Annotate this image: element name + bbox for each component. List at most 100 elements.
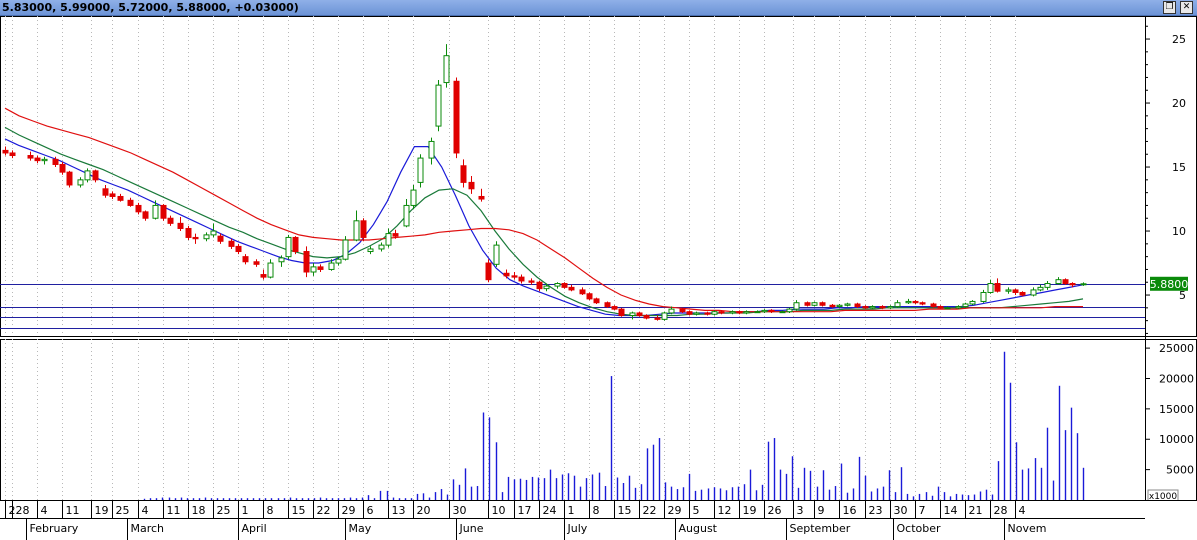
month-label: May xyxy=(349,522,372,535)
chart-title-bar: 5.83000, 5.99000, 5.72000, 5.88000, +0.0… xyxy=(0,0,1197,16)
candle-body xyxy=(485,262,492,281)
day-label: 15 xyxy=(618,504,632,517)
candle-body xyxy=(410,189,417,206)
candle-body xyxy=(661,312,668,320)
candle-body xyxy=(836,304,843,308)
candle-body xyxy=(1012,289,1019,293)
candle-body xyxy=(435,84,442,127)
candle-body xyxy=(862,306,869,309)
candle-body xyxy=(177,222,184,229)
candle-body xyxy=(135,204,142,213)
candle-body xyxy=(1037,286,1044,291)
day-label: 26 xyxy=(768,504,782,517)
candle-body xyxy=(203,234,210,240)
candle-body xyxy=(478,195,485,200)
candle-body xyxy=(711,311,718,315)
candle-body xyxy=(654,317,661,320)
day-label: 24 xyxy=(543,504,557,517)
candle-body xyxy=(167,217,174,224)
day-label: 7 xyxy=(919,504,926,517)
candle-body xyxy=(292,236,299,253)
candle-body xyxy=(335,258,342,264)
candle-body xyxy=(554,283,561,287)
candle-body xyxy=(919,302,926,305)
restore-icon[interactable]: ❐ xyxy=(1163,1,1176,14)
candle-body xyxy=(127,199,134,206)
candle-body xyxy=(869,306,876,309)
candle-body xyxy=(804,302,811,306)
volume-y-tick-label: 5000 xyxy=(1166,464,1194,477)
volume-y-tick-label: 25000 xyxy=(1159,342,1194,355)
candle-body xyxy=(618,308,625,317)
candle-body xyxy=(160,204,167,219)
candle-body xyxy=(92,170,99,181)
candle-body xyxy=(962,303,969,308)
candle-body xyxy=(536,281,543,290)
candle-body xyxy=(743,311,750,314)
day-label: 8 xyxy=(593,504,600,517)
day-label: 29 xyxy=(668,504,682,517)
candle-body xyxy=(969,300,976,305)
candle xyxy=(493,241,500,267)
candle-body xyxy=(235,245,242,253)
day-label: 20 xyxy=(417,504,431,517)
day-label: 9 xyxy=(818,504,825,517)
candle xyxy=(342,236,349,261)
candle-body xyxy=(66,171,73,186)
candle-body xyxy=(27,155,34,159)
month-label: February xyxy=(30,522,79,535)
candle xyxy=(604,301,611,308)
month-label: March xyxy=(131,522,165,535)
last-price-label: 5.8800 xyxy=(1150,278,1189,291)
candle-body xyxy=(102,188,109,196)
candle xyxy=(561,282,568,289)
candle-body xyxy=(718,311,725,314)
candle-body xyxy=(278,257,285,263)
day-label: 29 xyxy=(342,504,356,517)
day-label: 19 xyxy=(95,504,109,517)
day-label: 30 xyxy=(453,504,467,517)
candle-body xyxy=(779,311,786,314)
day-label: 4 xyxy=(41,504,48,517)
day-label: 10 xyxy=(492,504,506,517)
candle-body xyxy=(604,302,611,308)
candle-body xyxy=(518,276,525,282)
candle-body xyxy=(611,306,618,310)
candle-body xyxy=(994,283,1001,292)
month-label: September xyxy=(790,522,851,535)
candle-body xyxy=(668,308,675,314)
candle-body xyxy=(786,308,793,313)
candle xyxy=(84,168,91,183)
month-label: August xyxy=(679,522,718,535)
day-label: 8 xyxy=(267,504,274,517)
day-label: 12 xyxy=(718,504,732,517)
day-label: 1 xyxy=(242,504,249,517)
close-icon[interactable]: ✕ xyxy=(1180,1,1193,14)
candle-body xyxy=(403,204,410,227)
candle-body xyxy=(328,262,335,270)
candle-body xyxy=(317,266,324,270)
candle-body xyxy=(937,306,944,309)
candle-body xyxy=(528,280,535,283)
candle xyxy=(292,236,299,255)
candle-body xyxy=(493,244,500,265)
candle-body xyxy=(987,283,994,293)
candle-body xyxy=(905,300,912,304)
candle-body xyxy=(819,302,826,306)
candle-body xyxy=(1005,289,1012,292)
day-label: 17 xyxy=(518,504,532,517)
day-label: 4 xyxy=(1019,504,1026,517)
candle-body xyxy=(392,233,399,237)
candle-body xyxy=(511,275,518,278)
candle-body xyxy=(980,291,987,302)
day-label: 14 xyxy=(944,504,958,517)
candle-body xyxy=(1055,279,1062,285)
candle-body xyxy=(636,312,643,317)
day-label: 11 xyxy=(167,504,181,517)
ohlc-readout: 5.83000, 5.99000, 5.72000, 5.88000, +0.0… xyxy=(2,1,299,14)
price-y-tick-label: 25 xyxy=(1172,33,1186,46)
candle-body xyxy=(267,262,274,278)
candle xyxy=(618,307,625,317)
candle-body xyxy=(811,302,818,306)
candle-body xyxy=(704,312,711,315)
